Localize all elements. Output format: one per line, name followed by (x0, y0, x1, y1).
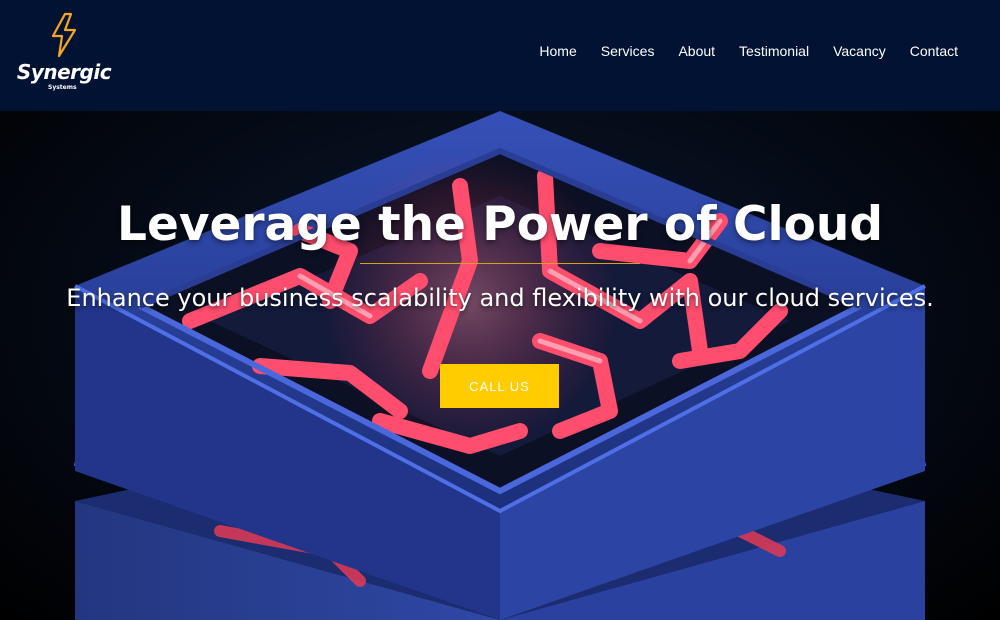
main-nav: Home Services About Testimonial Vacancy … (539, 43, 958, 59)
title-divider (360, 263, 640, 264)
nav-link-vacancy[interactable]: Vacancy (833, 43, 886, 59)
nav-link-contact[interactable]: Contact (910, 43, 958, 59)
logo[interactable]: Synergic Systems (12, 12, 116, 96)
hero-title: Leverage the Power of Cloud (117, 197, 883, 252)
logo-tagline: Systems (48, 84, 77, 91)
logo-wordmark: Synergic (16, 60, 112, 84)
call-us-button[interactable]: CALL US (440, 364, 559, 408)
hero-section: Leverage the Power of Cloud Enhance your… (0, 111, 1000, 620)
nav-link-home[interactable]: Home (539, 43, 576, 59)
nav-link-testimonial[interactable]: Testimonial (739, 43, 809, 59)
nav-link-services[interactable]: Services (601, 43, 655, 59)
lightning-bolt-icon (51, 12, 77, 58)
navbar: Synergic Systems Home Services About Tes… (0, 0, 1000, 111)
nav-link-about[interactable]: About (678, 43, 715, 59)
hero-subtitle: Enhance your business scalability and fl… (66, 284, 934, 312)
